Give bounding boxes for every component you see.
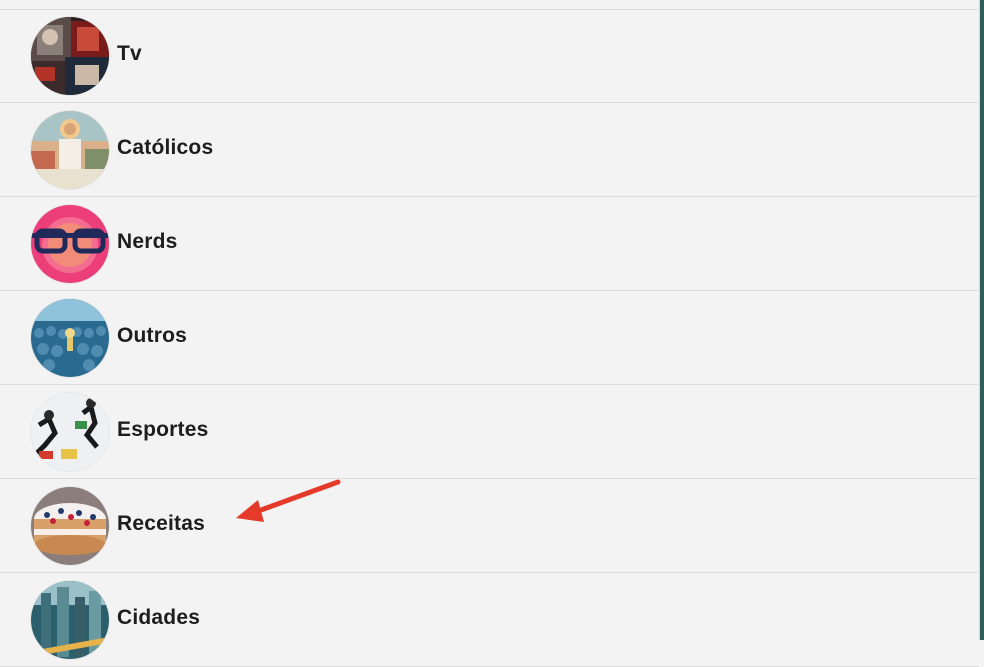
list-item-outros[interactable]: Outros	[0, 291, 979, 385]
list-item-receitas[interactable]: Receitas	[0, 479, 979, 573]
list-item-tv[interactable]: Tv	[0, 9, 979, 103]
catholic-avatar-icon	[31, 111, 109, 189]
cake-avatar-icon	[31, 487, 109, 565]
list-item-label: Receitas	[117, 512, 205, 535]
crowd-avatar-icon	[31, 299, 109, 377]
list-item-label: Outros	[117, 324, 188, 347]
window-edge	[980, 0, 984, 640]
nerd-glasses-avatar-icon	[31, 205, 109, 283]
list-item-cidades[interactable]: Cidades	[0, 573, 979, 667]
list-item-label: Nerds	[117, 230, 178, 253]
sports-avatar-icon	[31, 393, 109, 471]
list-item-label: Cidades	[117, 606, 201, 629]
list-item-label: Católicos	[117, 136, 214, 159]
group-category-list: Tv Católicos Nerds Outros Esportes Recei…	[0, 0, 980, 667]
list-item-catolicos[interactable]: Católicos	[0, 103, 979, 197]
list-item-esportes[interactable]: Esportes	[0, 385, 979, 479]
list-item-label: Tv	[117, 42, 142, 65]
annotation-arrow-icon	[236, 479, 341, 522]
tv-avatar-icon	[31, 17, 109, 95]
city-avatar-icon	[31, 581, 109, 659]
list-item-nerds[interactable]: Nerds	[0, 197, 979, 291]
list-item-label: Esportes	[117, 418, 209, 441]
